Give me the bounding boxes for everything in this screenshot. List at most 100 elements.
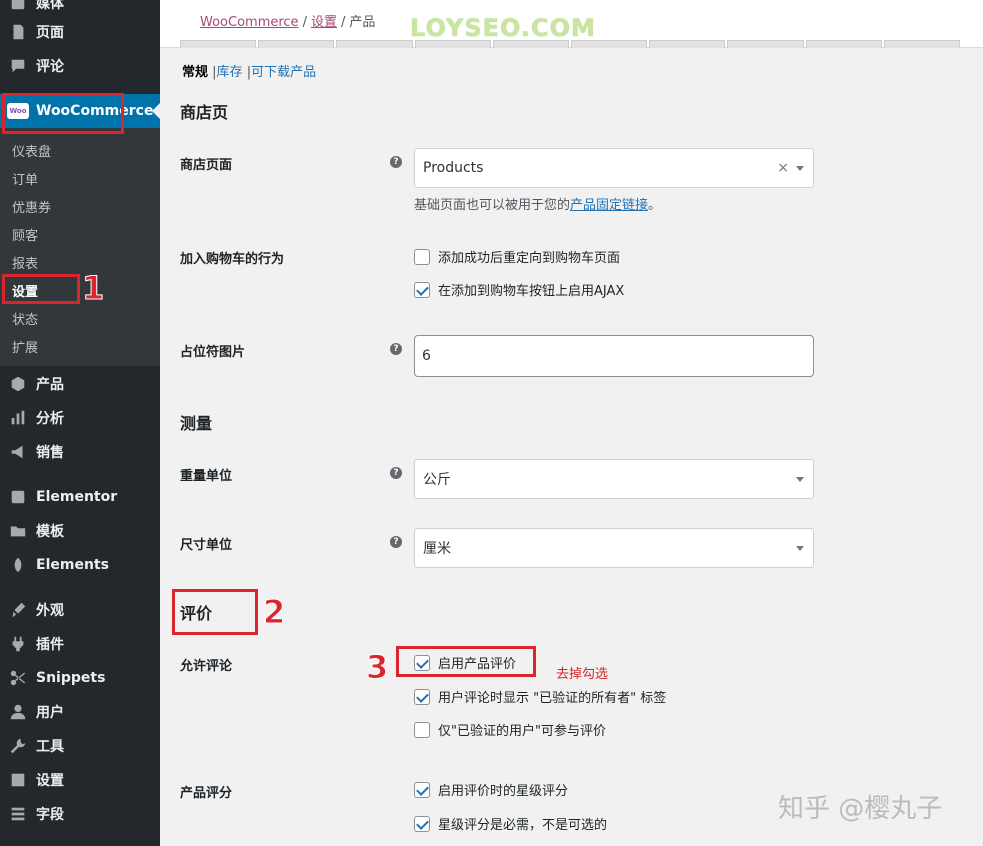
breadcrumb-woocommerce[interactable]: WooCommerce [200,15,299,30]
verified-only-option[interactable]: 仅"已验证的用户"可参与评价 [414,720,606,739]
chevron-down-icon [796,546,804,551]
help-icon[interactable]: ? [390,467,402,479]
subsection-general[interactable]: 常规 [182,65,208,80]
menu-plugins[interactable]: 插件 [0,629,160,659]
page-icon [0,23,36,41]
enable-star-rating-checkbox[interactable] [414,781,430,798]
settings-icon [0,771,36,789]
plugin-icon [0,635,36,653]
submenu-reports[interactable]: 报表 [12,253,38,272]
cart-redirect-checkbox[interactable] [414,248,430,265]
cart-ajax-checkbox[interactable] [414,281,430,298]
submenu-extensions[interactable]: 扩展 [12,337,38,356]
star-rating-required-checkbox[interactable] [414,815,430,832]
scissors-icon [0,669,36,687]
settings-tab[interactable] [258,40,335,48]
help-icon[interactable]: ? [390,536,402,548]
option-label: 启用评价时的星级评分 [438,784,569,799]
submenu-coupons[interactable]: 优惠券 [12,197,51,216]
input-value: 6 [422,348,431,364]
menu-comments[interactable]: 评论 [0,51,160,81]
option-label: 仅"已验证的用户"可参与评价 [438,724,606,739]
shop-page-select[interactable]: Products × [414,148,814,188]
annotation-box-woocommerce [2,93,124,134]
weight-unit-select[interactable]: 公斤 [414,459,814,499]
folder-icon [0,522,36,540]
menu-pages[interactable]: 页面 [0,17,160,47]
submenu-customers[interactable]: 顾客 [12,225,38,244]
verified-owner-label-option[interactable]: 用户评论时显示 "已验证的所有者" 标签 [414,687,666,706]
menu-label: 外观 [36,603,64,619]
settings-tab[interactable] [492,40,570,48]
help-icon[interactable]: ? [390,343,402,355]
option-label: 星级评分是必需，不是可选的 [438,818,608,833]
breadcrumb-settings[interactable]: 设置 [311,15,337,30]
breadcrumb-separator: / [302,15,307,30]
menu-label: 媒体 [36,0,64,12]
star-rating-required-option[interactable]: 星级评分是必需，不是可选的 [414,814,607,833]
settings-tab[interactable] [805,40,882,48]
settings-tab[interactable] [883,40,961,48]
menu-settings[interactable]: 设置 [0,765,160,795]
brush-icon [0,601,36,619]
submenu-status[interactable]: 状态 [12,309,38,328]
watermark-logo: LOYSEO.COM [410,14,596,42]
menu-label: Elementor [36,489,118,505]
menu-label: 字段 [36,807,64,823]
cart-redirect-option[interactable]: 添加成功后重定向到购物车页面 [414,247,620,266]
product-icon [0,375,36,393]
settings-tab[interactable] [571,40,648,48]
verified-only-checkbox[interactable] [414,721,430,738]
settings-tab[interactable] [336,40,413,48]
menu-label: 产品 [36,377,64,393]
elementor-icon [0,488,36,506]
placeholder-image-input[interactable]: 6 [414,335,814,377]
menu-label: 页面 [36,25,64,41]
menu-tools[interactable]: 工具 [0,731,160,761]
annotation-box-settings [2,274,80,304]
menu-media[interactable]: 媒体 [0,0,160,18]
section-title-measure: 测量 [180,414,213,433]
cart-ajax-option[interactable]: 在添加到购物车按钮上启用AJAX [414,280,624,299]
menu-marketing[interactable]: 销售 [0,437,160,467]
annotation-number-3: 3 [365,648,389,687]
description-text: 基础页面也可以被用于您的 [414,198,571,213]
annotation-box-enable-reviews [396,646,536,677]
enable-star-rating-option[interactable]: 启用评价时的星级评分 [414,780,568,799]
help-icon[interactable]: ? [390,156,402,168]
menu-appearance[interactable]: 外观 [0,595,160,625]
label-product-ratings: 产品评分 [180,786,233,801]
settings-tab[interactable] [414,40,491,48]
menu-elements[interactable]: Elements [0,550,160,580]
breadcrumb-current: 产品 [349,15,376,30]
menu-products[interactable]: 产品 [0,369,160,399]
label-add-to-cart: 加入购物车的行为 [180,252,285,267]
settings-tab[interactable] [180,40,257,48]
menu-templates[interactable]: 模板 [0,516,160,546]
menu-fields[interactable]: 字段 [0,799,160,829]
clear-icon[interactable]: × [777,160,789,176]
menu-elementor[interactable]: Elementor [0,482,160,512]
submenu-orders[interactable]: 订单 [12,169,38,188]
select-value: 厘米 [423,541,451,557]
dimension-unit-select[interactable]: 厘米 [414,528,814,568]
chevron-down-icon [796,166,804,171]
verified-owner-label-checkbox[interactable] [414,688,430,705]
permalink-link[interactable]: 产品固定链接 [570,198,648,213]
menu-label: 模板 [36,524,64,540]
option-label: 添加成功后重定向到购物车页面 [438,251,621,266]
menu-snippets[interactable]: Snippets [0,663,160,693]
settings-tab[interactable] [649,40,726,48]
settings-tab[interactable] [727,40,804,48]
menu-users[interactable]: 用户 [0,697,160,727]
annotation-number-1: 1 [81,269,105,308]
menu-analytics[interactable]: 分析 [0,403,160,433]
subsection-downloadable[interactable]: 可下载产品 [251,65,316,80]
subsection-inventory[interactable]: 库存 [217,65,243,80]
user-icon [0,703,36,721]
submenu-dashboard[interactable]: 仪表盘 [12,141,51,160]
woocommerce-submenu: 仪表盘 订单 优惠券 顾客 报表 设置 状态 扩展 [0,128,160,366]
elements-icon [0,556,36,574]
menu-label: Snippets [36,670,106,686]
breadcrumb-separator: / [340,15,346,30]
